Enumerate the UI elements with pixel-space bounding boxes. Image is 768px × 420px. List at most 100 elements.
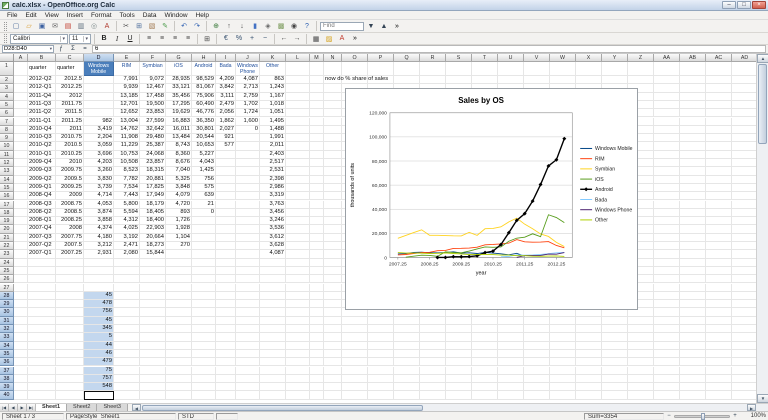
cell-H11[interactable]: 5,227 [192,151,216,159]
cell-J35[interactable] [236,350,260,358]
cell-R31[interactable] [420,317,446,325]
cell-A8[interactable] [14,126,28,134]
cell-X35[interactable] [576,350,602,358]
cell-A19[interactable] [14,217,28,225]
cell-T35[interactable] [472,350,498,358]
menu-help[interactable]: Help [192,11,213,20]
cell-R1[interactable] [420,62,446,76]
cell-N22[interactable] [324,242,342,250]
cell-M5[interactable] [310,101,324,109]
cell-K16[interactable]: 3,319 [260,192,286,200]
cell-E26[interactable] [114,275,140,283]
row-header-9[interactable]: 9 [0,134,14,142]
cell-I12[interactable] [216,159,236,167]
cell-J25[interactable] [236,267,260,275]
cell-K29[interactable] [260,300,286,308]
cell-AA35[interactable] [654,350,680,358]
cell-AD27[interactable] [732,284,756,292]
cell-D3[interactable] [84,84,114,92]
cell-N21[interactable] [324,234,342,242]
cell-C36[interactable] [56,358,84,366]
cell-P1[interactable] [368,62,394,76]
cell-D21[interactable]: 4,180 [84,234,114,242]
cell-G2[interactable]: 28,935 [166,76,192,84]
cell-M7[interactable] [310,118,324,126]
cell-N37[interactable] [324,367,342,375]
cell-N31[interactable] [324,317,342,325]
cell-AA8[interactable] [654,126,680,134]
cell-H13[interactable]: 1,425 [192,167,216,175]
cell-X38[interactable] [576,375,602,383]
cell-B25[interactable] [28,267,56,275]
cell-AC35[interactable] [706,350,732,358]
cell-C15[interactable]: 2009.25 [56,184,84,192]
cell-E13[interactable]: 8,523 [114,167,140,175]
cell-G36[interactable] [166,358,192,366]
cell-D33[interactable]: 5 [84,333,114,341]
cell-L26[interactable] [286,275,310,283]
cell-AD7[interactable] [732,118,756,126]
cell-E35[interactable] [114,350,140,358]
find-input[interactable] [320,22,364,31]
cell-B8[interactable]: 2010-Q4 [28,126,56,134]
cell-K27[interactable] [260,284,286,292]
cell-AD31[interactable] [732,317,756,325]
cell-C12[interactable]: 2010 [56,159,84,167]
cell-I31[interactable] [216,317,236,325]
cell-D34[interactable]: 44 [84,342,114,350]
cell-U31[interactable] [498,317,524,325]
cell-I10[interactable]: 577 [216,142,236,150]
cell-B23[interactable]: 2007-Q1 [28,250,56,258]
name-box-dropdown-icon[interactable]: ▾ [50,46,52,52]
cell-R37[interactable] [420,367,446,375]
cell-D14[interactable]: 3,830 [84,176,114,184]
cell-N29[interactable] [324,300,342,308]
cell-B9[interactable]: 2010-Q3 [28,134,56,142]
column-header-A[interactable]: A [14,54,28,62]
cell-AD19[interactable] [732,217,756,225]
cell-T32[interactable] [472,325,498,333]
column-header-Z[interactable]: Z [628,54,654,62]
cell-Y37[interactable] [602,367,628,375]
cell-A1[interactable] [14,62,28,76]
row-header-1[interactable]: 1 [0,62,14,76]
cell-AD15[interactable] [732,184,756,192]
row-header-20[interactable]: 20 [0,225,14,233]
cell-V38[interactable] [524,375,550,383]
cell-M1[interactable] [310,62,324,76]
cell-D31[interactable]: 45 [84,317,114,325]
cell-G4[interactable]: 35,456 [166,93,192,101]
cell-M22[interactable] [310,242,324,250]
cell-L11[interactable] [286,151,310,159]
close-button[interactable]: × [752,1,766,9]
scroll-down-icon[interactable]: ▼ [757,394,768,403]
cell-F21[interactable]: 20,664 [140,234,166,242]
column-header-S[interactable]: S [446,54,472,62]
cell-Y35[interactable] [602,350,628,358]
cell-J17[interactable] [236,201,260,209]
cell-H20[interactable] [192,225,216,233]
cell-AB14[interactable] [680,176,706,184]
row-header-17[interactable]: 17 [0,201,14,209]
cell-D7[interactable]: 982 [84,118,114,126]
cell-AC2[interactable] [706,76,732,84]
cell-A35[interactable] [14,350,28,358]
cell-S37[interactable] [446,367,472,375]
cell-C35[interactable] [56,350,84,358]
cell-B33[interactable] [28,333,56,341]
cell-B5[interactable]: 2011-Q3 [28,101,56,109]
next-sheet-icon[interactable]: ▶ [18,404,27,411]
cell-I40[interactable] [216,391,236,399]
cell-AD22[interactable] [732,242,756,250]
cell-P32[interactable] [368,325,394,333]
cell-I26[interactable] [216,275,236,283]
formula-input[interactable] [92,45,766,53]
cell-K14[interactable]: 2,398 [260,176,286,184]
cell-E18[interactable]: 5,594 [114,209,140,217]
cell-J36[interactable] [236,358,260,366]
cell-B13[interactable]: 2009-Q3 [28,167,56,175]
cell-AB12[interactable] [680,159,706,167]
cell-AC19[interactable] [706,217,732,225]
cell-H9[interactable]: 20,544 [192,134,216,142]
menu-file[interactable]: File [3,11,21,20]
